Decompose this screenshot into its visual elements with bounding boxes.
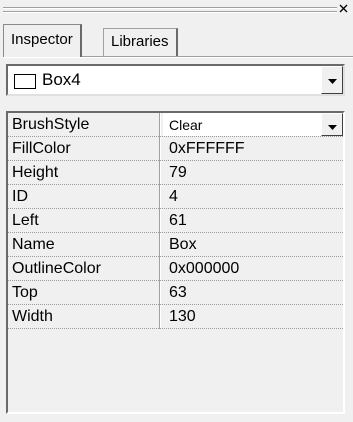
property-row-top[interactable]: Top 63: [8, 281, 343, 305]
property-row-fillcolor[interactable]: FillColor 0xFFFFFF: [8, 137, 343, 161]
property-row-left[interactable]: Left 61: [8, 209, 343, 233]
property-value: Clear: [169, 117, 203, 133]
chevron-down-icon: [327, 71, 337, 89]
chevron-down-icon: [327, 113, 337, 137]
property-name: FillColor: [12, 140, 71, 157]
rectangle-shape-icon: [14, 74, 36, 89]
property-name: Top: [12, 284, 38, 301]
object-selector-dropdown-button[interactable]: [321, 66, 343, 94]
inspector-panel: Inspector Libraries Box4 BrushStyle Clea…: [0, 0, 353, 422]
property-grid: BrushStyle Clear FillColor 0xFFFFFF Heig…: [6, 111, 345, 414]
panel-grip[interactable]: [3, 3, 337, 17]
property-row-outlinecolor[interactable]: OutlineColor 0x000000: [8, 257, 343, 281]
property-value[interactable]: Box: [163, 233, 343, 256]
property-value-dropdown[interactable]: Clear: [163, 113, 343, 136]
close-icon: [339, 4, 348, 13]
property-name: Width: [12, 308, 53, 325]
property-row-name[interactable]: Name Box: [8, 233, 343, 257]
property-value[interactable]: 130: [163, 305, 343, 328]
tab-strip: Inspector Libraries: [3, 24, 353, 57]
property-row-id[interactable]: ID 4: [8, 185, 343, 209]
property-value[interactable]: 0x000000: [163, 257, 343, 280]
object-selector[interactable]: Box4: [6, 64, 345, 96]
property-name: OutlineColor: [12, 260, 101, 277]
property-row-brushstyle[interactable]: BrushStyle Clear: [8, 113, 343, 137]
property-value[interactable]: 79: [163, 161, 343, 184]
property-name: Left: [12, 212, 39, 229]
property-name: ID: [12, 188, 28, 205]
object-selector-value: Box4: [42, 70, 81, 89]
tab-inspector[interactable]: Inspector: [3, 24, 82, 57]
property-value[interactable]: 0xFFFFFF: [163, 137, 343, 160]
brushstyle-dropdown-button[interactable]: [321, 113, 343, 136]
property-name: Name: [12, 236, 55, 253]
tab-libraries[interactable]: Libraries: [103, 28, 178, 56]
property-value[interactable]: 61: [163, 209, 343, 232]
property-name: Height: [12, 164, 59, 181]
property-value[interactable]: 63: [163, 281, 343, 304]
close-button[interactable]: [337, 2, 350, 15]
property-row-height[interactable]: Height 79: [8, 161, 343, 185]
property-name: BrushStyle: [12, 116, 90, 133]
property-value[interactable]: 4: [163, 185, 343, 208]
property-row-width[interactable]: Width 130: [8, 305, 343, 329]
